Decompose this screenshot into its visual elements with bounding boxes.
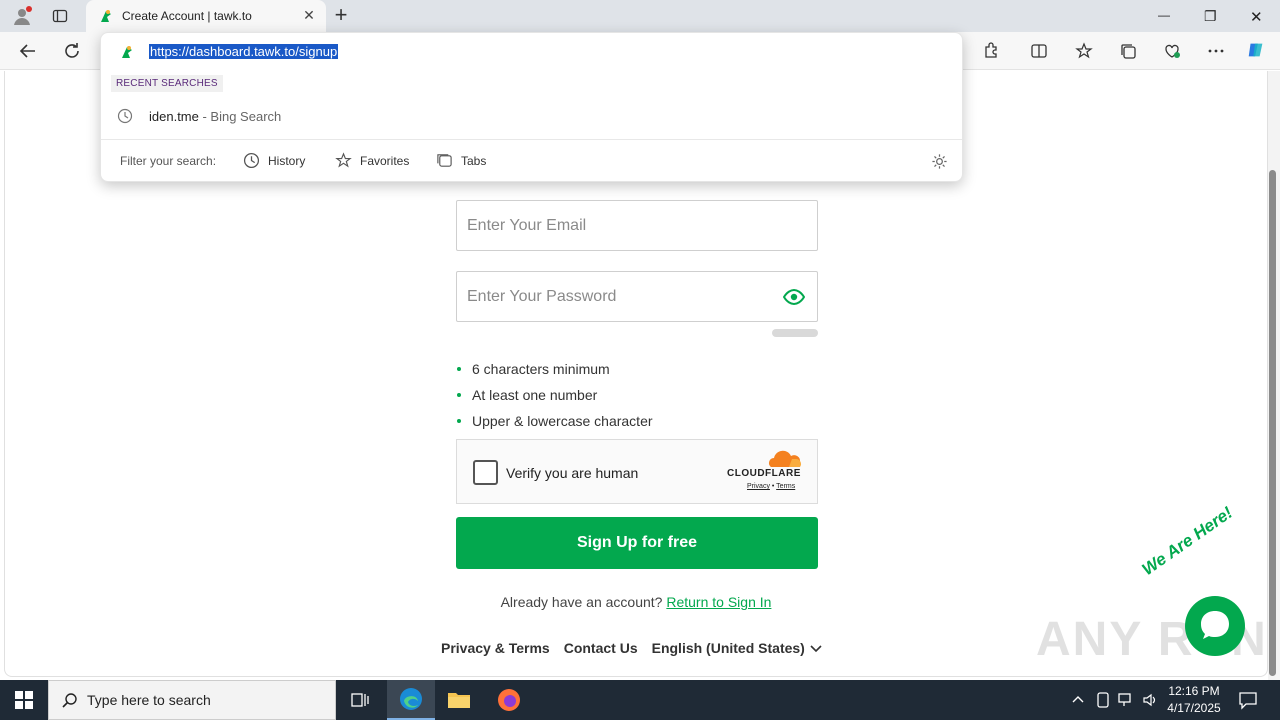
filter-row: Filter your search: History Favorites Ta… <box>101 139 962 182</box>
tab-title: Create Account | tawk.to <box>122 9 252 23</box>
already-have-account: Already have an account? Return to Sign … <box>0 594 1272 610</box>
filter-tabs-label: Tabs <box>461 153 487 168</box>
address-bar[interactable]: https://dashboard.tawk.to/signup <box>101 33 962 71</box>
recent-search-source: - Bing Search <box>198 109 282 124</box>
taskbar-search-placeholder: Type here to search <box>87 692 211 708</box>
tab-close-icon[interactable]: ✕ <box>302 8 316 22</box>
edge-taskbar-button[interactable] <box>387 680 435 720</box>
tab-create-account[interactable]: Create Account | tawk.to ✕ <box>86 0 326 32</box>
filter-label: Filter your search: <box>120 154 217 168</box>
history-icon <box>243 152 260 169</box>
requirement-item: Upper & lowercase character <box>457 413 653 429</box>
tabs-icon <box>437 154 452 167</box>
collections-icon[interactable] <box>1118 41 1138 61</box>
filter-history[interactable]: History <box>243 152 305 169</box>
chat-bubble-icon <box>1201 611 1229 639</box>
cloudflare-brand: CLOUDFLARE <box>727 468 801 479</box>
address-bar-dropdown: https://dashboard.tawk.to/signup RECENT … <box>100 32 963 182</box>
filter-favorites-label: Favorites <box>360 153 410 168</box>
tawk-favicon-icon <box>101 10 111 22</box>
browser-essentials-icon[interactable] <box>1162 41 1182 61</box>
email-field[interactable] <box>456 200 818 251</box>
already-text: Already have an account? <box>500 594 667 610</box>
captcha-privacy-link[interactable]: Privacy <box>747 483 770 490</box>
taskbar-search-box[interactable]: Type here to search <box>48 680 336 720</box>
sign-up-button[interactable]: Sign Up for free <box>456 517 818 569</box>
password-field[interactable] <box>456 271 818 322</box>
clock-date: 4/17/2025 <box>1167 701 1221 715</box>
folder-icon <box>448 693 470 708</box>
filter-tabs[interactable]: Tabs <box>436 152 486 169</box>
task-view-button[interactable] <box>336 680 384 720</box>
firefox-icon <box>498 689 520 711</box>
privacy-terms-link[interactable]: Privacy & Terms <box>441 640 550 656</box>
browser-title-bar: Create Account | tawk.to ✕ + — ❐ ✕ <box>0 0 1280 32</box>
back-icon[interactable] <box>18 41 38 61</box>
recent-searches-header: RECENT SEARCHES <box>111 75 223 92</box>
site-favicon-icon <box>122 46 132 58</box>
contact-us-link[interactable]: Contact Us <box>564 640 638 656</box>
extensions-icon[interactable] <box>981 41 1001 61</box>
edge-icon <box>400 688 422 710</box>
clock-time: 12:16 PM <box>1168 684 1220 698</box>
page-footer: Privacy & Terms Contact Us English (Unit… <box>441 640 823 656</box>
password-input[interactable] <box>457 272 817 321</box>
task-view-icon <box>351 693 369 707</box>
filter-history-label: History <box>268 153 306 168</box>
windows-taskbar: Type here to search 12:16 PM 4/17/2025 <box>0 680 1280 720</box>
show-password-eye-icon[interactable] <box>783 288 805 306</box>
captcha-terms-link[interactable]: Terms <box>776 483 795 490</box>
file-explorer-button[interactable] <box>435 680 483 720</box>
notifications-icon[interactable] <box>1238 690 1258 710</box>
volume-icon[interactable] <box>1142 692 1158 708</box>
split-screen-icon[interactable] <box>1029 41 1049 61</box>
more-options-icon[interactable] <box>1206 41 1226 61</box>
cloudflare-captcha: Verify you are human CLOUDFLARE Privacy … <box>456 439 818 504</box>
copilot-icon[interactable] <box>1246 40 1266 60</box>
window-close-icon[interactable]: ✕ <box>1250 8 1266 26</box>
clock[interactable]: 12:16 PM 4/17/2025 <box>1160 683 1228 717</box>
filter-favorites[interactable]: Favorites <box>335 152 409 169</box>
requirement-item: At least one number <box>456 387 598 403</box>
windows-logo-icon <box>15 691 33 709</box>
tab-actions-icon[interactable] <box>50 6 70 26</box>
history-clock-icon <box>117 108 133 124</box>
cloudflare-logo: CLOUDFLARE Privacy • Terms <box>727 450 805 494</box>
start-button[interactable] <box>0 680 48 720</box>
refresh-icon[interactable] <box>62 41 82 61</box>
firefox-button[interactable] <box>485 680 533 720</box>
chevron-down-icon <box>810 645 822 653</box>
search-icon <box>62 693 77 708</box>
return-to-sign-in-link[interactable]: Return to Sign In <box>666 594 771 610</box>
captcha-label: Verify you are human <box>506 465 639 481</box>
star-icon <box>335 152 352 168</box>
language-selector[interactable]: English (United States) <box>652 640 823 656</box>
chevron-up-icon[interactable] <box>1072 694 1084 706</box>
language-label: English (United States) <box>651 640 805 656</box>
recent-search-text: iden.tme <box>149 109 199 124</box>
device-icon[interactable] <box>1096 692 1110 708</box>
minimize-icon[interactable]: — <box>1158 8 1174 24</box>
settings-gear-icon[interactable] <box>931 153 948 170</box>
cloudflare-cloud-icon <box>769 450 801 467</box>
restore-icon[interactable]: ❐ <box>1204 8 1220 24</box>
network-icon[interactable] <box>1118 692 1136 708</box>
email-input[interactable] <box>457 201 817 250</box>
chat-widget-button[interactable] <box>1185 596 1245 656</box>
recent-search-item[interactable]: iden.tme - Bing Search <box>101 103 962 129</box>
password-strength-bar <box>772 329 818 337</box>
favorites-icon[interactable] <box>1074 41 1094 61</box>
requirement-item: 6 characters minimum <box>457 361 610 377</box>
new-tab-icon[interactable]: + <box>331 2 351 27</box>
url-text[interactable]: https://dashboard.tawk.to/signup <box>149 44 339 59</box>
profile-icon[interactable] <box>12 6 32 26</box>
captcha-checkbox[interactable] <box>473 460 498 485</box>
